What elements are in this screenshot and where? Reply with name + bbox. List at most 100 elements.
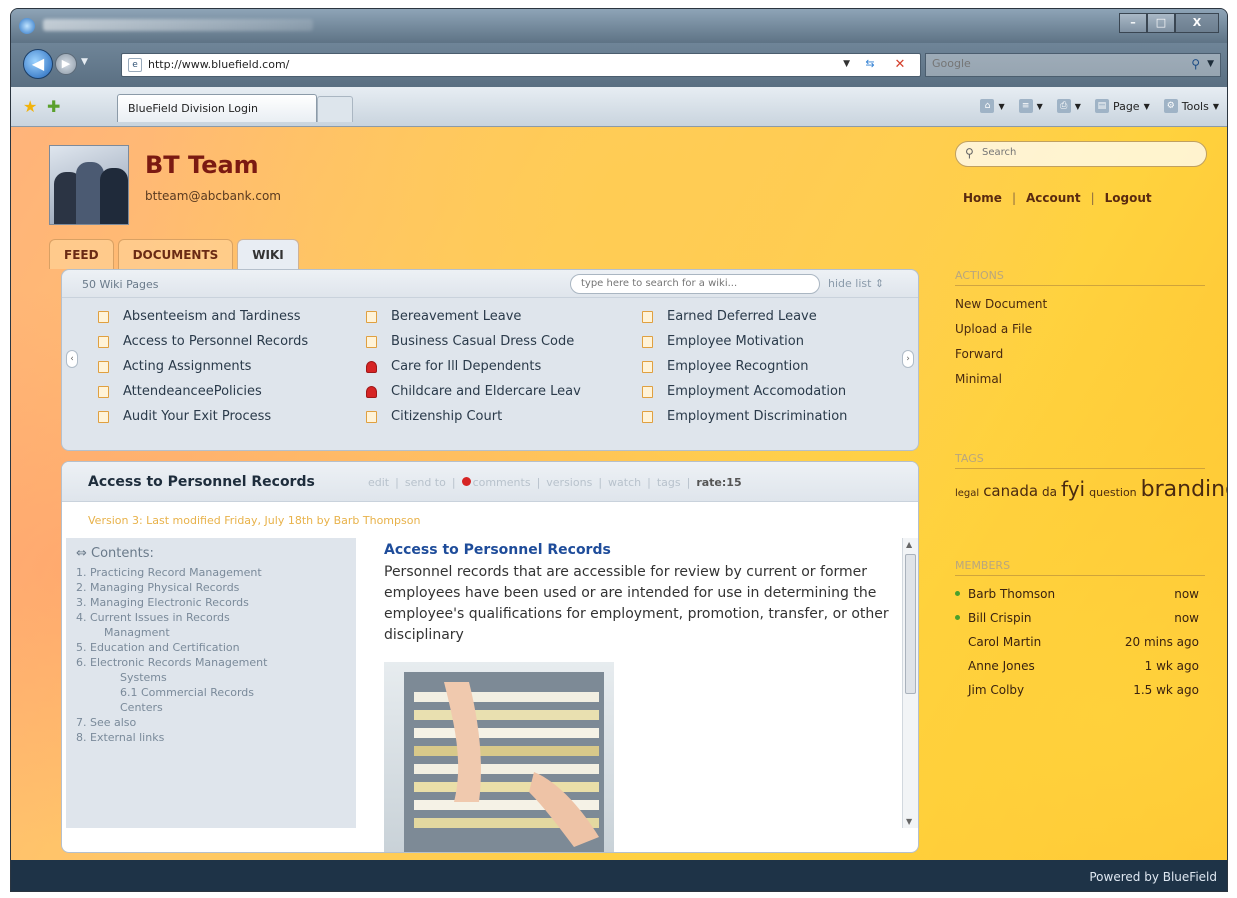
- wiki-item[interactable]: Absenteeism and Tardiness: [98, 304, 308, 329]
- back-button[interactable]: ◀: [23, 49, 53, 79]
- wiki-item[interactable]: Care for Ill Dependents: [366, 354, 606, 379]
- scroll-down-icon[interactable]: ▼: [906, 817, 912, 826]
- minimize-button[interactable]: –: [1119, 13, 1147, 33]
- wiki-item[interactable]: Childcare and Eldercare Leav: [366, 379, 606, 404]
- wiki-search[interactable]: [570, 274, 820, 294]
- member-row[interactable]: Anne Jones 1 wk ago: [955, 654, 1205, 678]
- tag-link[interactable]: question: [1089, 486, 1137, 499]
- comments-link[interactable]: comments: [461, 476, 531, 489]
- new-document-link[interactable]: New Document: [955, 292, 1205, 317]
- scroll-up-icon[interactable]: ▲: [906, 540, 912, 549]
- toc-title[interactable]: ⇔ Contents:: [76, 546, 346, 561]
- toc-item[interactable]: 3. Managing Electronic Records: [76, 595, 346, 610]
- home-command[interactable]: ⌂ ▼: [980, 99, 1005, 113]
- version-info: Version 3: Last modified Friday, July 18…: [88, 514, 421, 527]
- home-link[interactable]: Home: [963, 191, 1002, 205]
- site-search-input[interactable]: [982, 147, 1182, 158]
- page-menu[interactable]: ▤ Page ▼: [1094, 99, 1150, 113]
- tag-link[interactable]: legal: [955, 488, 979, 499]
- maximize-button[interactable]: □: [1147, 13, 1175, 33]
- feeds-command[interactable]: ≡ ▼: [1018, 99, 1043, 113]
- tab-feed[interactable]: FEED: [49, 239, 114, 269]
- tag-link[interactable]: da: [1042, 485, 1057, 499]
- wiki-item[interactable]: Audit Your Exit Process: [98, 404, 308, 429]
- wiki-item[interactable]: Acting Assignments: [98, 354, 308, 379]
- address-text[interactable]: http://www.bluefield.com/: [148, 58, 289, 71]
- wiki-item[interactable]: Citizenship Court: [366, 404, 606, 429]
- wiki-item[interactable]: Employee Recogntion: [642, 354, 847, 379]
- team-name: BT Team: [145, 151, 259, 179]
- toc-item[interactable]: 4. Current Issues in Records: [76, 610, 346, 625]
- article-scrollbar[interactable]: ▲ ▼: [902, 538, 918, 828]
- send-to-link[interactable]: send to: [405, 476, 446, 489]
- search-icon[interactable]: ⚲: [1191, 57, 1200, 71]
- toc-item[interactable]: Managment: [76, 625, 346, 640]
- address-bar[interactable]: e http://www.bluefield.com/ ▼ ⇆ ✕: [121, 53, 921, 77]
- browser-tab[interactable]: BlueField Division Login: [117, 94, 317, 122]
- toc-item[interactable]: 2. Managing Physical Records: [76, 580, 346, 595]
- refresh-icon[interactable]: ⇆: [860, 57, 880, 73]
- wiki-item[interactable]: AttendeanceePolicies: [98, 379, 308, 404]
- toc-item[interactable]: 8. External links: [76, 730, 346, 745]
- add-favorite-icon[interactable]: ✚: [47, 97, 60, 116]
- tag-link[interactable]: branding: [1141, 477, 1227, 502]
- stop-icon[interactable]: ✕: [890, 57, 910, 73]
- new-tab-button[interactable]: [317, 96, 353, 122]
- toc-item[interactable]: 7. See also: [76, 715, 346, 730]
- browser-search-input[interactable]: [932, 57, 1172, 70]
- print-command[interactable]: ⎙ ▼: [1056, 99, 1081, 113]
- favorites-star-icon[interactable]: ★: [23, 97, 37, 116]
- search-dropdown-icon[interactable]: ▼: [1207, 59, 1214, 69]
- team-email[interactable]: btteam@abcbank.com: [145, 189, 281, 203]
- wiki-item[interactable]: Earned Deferred Leave: [642, 304, 847, 329]
- toc-item[interactable]: Systems: [76, 670, 346, 685]
- versions-link[interactable]: versions: [546, 476, 592, 489]
- forward-button[interactable]: ▶: [55, 53, 77, 75]
- logout-link[interactable]: Logout: [1105, 191, 1152, 205]
- upload-file-link[interactable]: Upload a File: [955, 317, 1205, 342]
- hide-list-link[interactable]: hide list ⇕: [828, 277, 884, 290]
- member-name: Carol Martin: [968, 634, 1042, 649]
- wiki-item[interactable]: Access to Personnel Records: [98, 329, 308, 354]
- site-search[interactable]: ⚲: [955, 141, 1207, 167]
- close-button[interactable]: X: [1175, 13, 1219, 33]
- forward-link[interactable]: Forward: [955, 342, 1205, 367]
- tag-link[interactable]: canada: [983, 482, 1038, 500]
- watch-link[interactable]: watch: [608, 476, 641, 489]
- tab-wiki[interactable]: WIKI: [237, 239, 299, 269]
- account-link[interactable]: Account: [1026, 191, 1081, 205]
- tag-link[interactable]: fyi: [1061, 477, 1085, 501]
- ie-logo-icon: [19, 18, 35, 34]
- wiki-item[interactable]: Business Casual Dress Code: [366, 329, 606, 354]
- tags-link[interactable]: tags: [657, 476, 681, 489]
- scroll-right-button[interactable]: ›: [902, 350, 914, 368]
- toc-item[interactable]: 6. Electronic Records Management: [76, 655, 346, 670]
- member-row[interactable]: Bill Crispin now: [955, 606, 1205, 630]
- wiki-item[interactable]: Employment Accomodation: [642, 379, 847, 404]
- wiki-search-input[interactable]: [581, 278, 811, 289]
- article-title: Access to Personnel Records: [88, 474, 315, 490]
- scroll-left-button[interactable]: ‹: [66, 350, 78, 368]
- document-icon: [642, 310, 653, 323]
- address-dropdown-icon[interactable]: ▼: [843, 59, 850, 69]
- toc-item[interactable]: 5. Education and Certification: [76, 640, 346, 655]
- wiki-item[interactable]: Employment Discrimination: [642, 404, 847, 429]
- toc-item[interactable]: 1. Practicing Record Management: [76, 565, 346, 580]
- rate-link[interactable]: rate:15: [696, 476, 741, 489]
- tab-documents[interactable]: DOCUMENTS: [117, 239, 234, 269]
- member-row[interactable]: Carol Martin 20 mins ago: [955, 630, 1205, 654]
- browser-search[interactable]: ⚲ ▼: [925, 53, 1221, 77]
- tools-icon: ⚙: [1163, 99, 1178, 113]
- member-row[interactable]: Jim Colby 1.5 wk ago: [955, 678, 1205, 702]
- scroll-thumb[interactable]: [905, 554, 916, 694]
- edit-link[interactable]: edit: [368, 476, 389, 489]
- member-row[interactable]: Barb Thomson now: [955, 582, 1205, 606]
- tools-menu[interactable]: ⚙ Tools ▼: [1163, 99, 1219, 113]
- toc-item[interactable]: 6.1 Commercial Records: [76, 685, 346, 700]
- minimal-link[interactable]: Minimal: [955, 367, 1205, 392]
- toc-item[interactable]: Centers: [76, 700, 346, 715]
- wiki-item[interactable]: Employee Motivation: [642, 329, 847, 354]
- wiki-item[interactable]: Bereavement Leave: [366, 304, 606, 329]
- history-dropdown-icon[interactable]: ▼: [81, 57, 88, 67]
- page-content: BT Team btteam@abcbank.com ⚲ Home | Acco…: [11, 127, 1227, 860]
